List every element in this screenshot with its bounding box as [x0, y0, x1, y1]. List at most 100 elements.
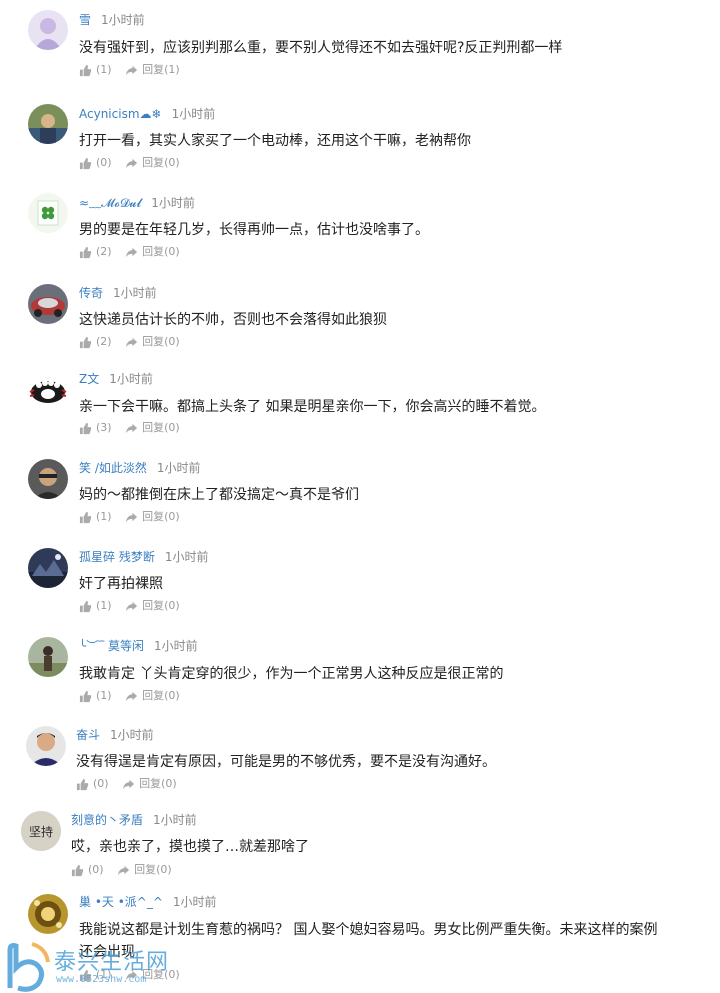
reply-count: (0) [156, 863, 172, 876]
thumbs-up-icon [79, 422, 92, 434]
like-count: (2) [96, 335, 112, 348]
avatar[interactable] [28, 548, 68, 588]
avatar[interactable] [28, 284, 68, 324]
share-arrow-icon [126, 65, 138, 75]
like-count: (0) [88, 863, 104, 876]
reply-count: (0) [164, 335, 180, 348]
username[interactable]: 刻意的丶矛盾 [71, 813, 143, 827]
reply-count: (0) [164, 599, 180, 612]
timestamp: 1小时前 [172, 895, 217, 909]
username[interactable]: ≈﹏𝓜𝓸𝓓𝓾𝓵 [79, 196, 141, 210]
reply-button[interactable]: 回复 (0) [125, 245, 180, 259]
reply-button[interactable]: 回复 (0) [125, 421, 180, 435]
reply-button[interactable]: 回复 (0) [122, 777, 177, 791]
reply-label: 回复 [134, 863, 157, 876]
timestamp: 1小时前 [151, 196, 195, 210]
comment-text: 亲一下会干嘛。都搞上头条了 如果是明星亲你一下，你会高兴的睡不着觉。 [79, 399, 546, 415]
thumbs-up-icon [71, 864, 84, 876]
username[interactable]: ╰︶‾ 莫等闲 [79, 639, 144, 653]
like-button[interactable]: (1) [79, 689, 112, 703]
thumbs-up-icon [79, 511, 92, 523]
watermark-logo-icon [7, 942, 50, 992]
reply-count: (0) [164, 156, 180, 169]
timestamp: 1小时前 [101, 13, 145, 27]
like-button[interactable]: (2) [79, 245, 112, 259]
like-count: (0) [93, 777, 109, 790]
timestamp: 1小时前 [113, 286, 157, 300]
comment-text: 奸了再拍裸照 [79, 576, 163, 592]
like-button[interactable]: (1) [79, 63, 112, 77]
reply-button[interactable]: 回复 (1) [125, 63, 180, 77]
comment-text: 我敢肯定 丫头肯定穿的很少，作为一个正常男人这种反应是很正常的 [79, 666, 504, 682]
reply-count: (0) [164, 510, 180, 523]
reply-button[interactable]: 回复 (0) [125, 510, 180, 524]
like-count: (0) [96, 156, 112, 169]
avatar[interactable] [28, 459, 68, 499]
share-arrow-icon [126, 423, 138, 433]
timestamp: 1小时前 [109, 372, 153, 386]
username[interactable]: 巢 •天 •派^_^ [79, 895, 163, 909]
reply-label: 回复 [142, 156, 165, 169]
reply-button[interactable]: 回复 (0) [117, 863, 172, 877]
username[interactable]: Acynicism☁❄ [79, 107, 162, 121]
avatar[interactable] [28, 10, 68, 50]
reply-label: 回复 [142, 421, 165, 434]
reply-label: 回复 [142, 599, 165, 612]
reply-button[interactable]: 回复 (0) [125, 156, 180, 170]
share-arrow-icon [126, 601, 138, 611]
reply-button[interactable]: 回复 (0) [125, 599, 180, 613]
reply-label: 回复 [142, 689, 165, 702]
like-button[interactable]: (0) [79, 156, 112, 170]
reply-label: 回复 [142, 63, 165, 76]
reply-label: 回复 [139, 777, 162, 790]
username[interactable]: Z文 [79, 372, 99, 386]
avatar[interactable] [28, 193, 68, 233]
like-count: (2) [96, 245, 112, 258]
avatar[interactable]: 坚持 [21, 811, 61, 851]
thumbs-up-icon [79, 336, 92, 348]
share-arrow-icon [126, 247, 138, 257]
timestamp: 1小时前 [164, 550, 209, 564]
comment-text: 没有强奸到，应该别判那么重，要不别人觉得还不如去强奸呢?反正判刑都一样 [79, 40, 563, 56]
avatar[interactable] [28, 370, 68, 410]
username[interactable]: 奋斗 [76, 728, 100, 742]
avatar-text: 坚持 [29, 824, 53, 839]
like-button[interactable]: (3) [79, 421, 112, 435]
comment-text: 打开一看，其实人家买了一个电动棒，还用这个干嘛，老衲帮你 [79, 133, 471, 149]
avatar[interactable] [26, 726, 66, 766]
username[interactable]: 雪 [79, 13, 91, 27]
username[interactable]: 孤星碎 残梦断 [79, 550, 155, 564]
thumbs-up-icon [79, 600, 92, 612]
like-button[interactable]: (0) [71, 863, 104, 877]
comment-text: 妈的～都推倒在床上了都没搞定～真不是爷们 [79, 487, 359, 503]
like-button[interactable]: (1) [79, 510, 112, 524]
reply-label: 回复 [142, 335, 165, 348]
avatar[interactable] [28, 894, 68, 934]
thumbs-up-icon [76, 778, 89, 790]
share-arrow-icon [126, 691, 138, 701]
like-count: (1) [96, 510, 112, 523]
comment-text: 我能说这都是计划生育惹的祸吗？ 国人娶个媳妇容易吗。男女比例严重失衡。未来这样的… [79, 922, 658, 938]
username[interactable]: 笑 /如此淡然 [79, 461, 147, 475]
reply-button[interactable]: 回复 (0) [125, 689, 180, 703]
reply-count: (1) [164, 63, 180, 76]
like-button[interactable]: (2) [79, 335, 112, 349]
avatar[interactable] [28, 104, 68, 144]
reply-button[interactable]: 回复 (0) [125, 335, 180, 349]
comment-text: 男的要是在年轻几岁，长得再帅一点，估计也没啥事了。 [79, 222, 429, 238]
comment-text: 没有得逞是肯定有原因，可能是男的不够优秀，要不是没有沟通好。 [76, 754, 496, 770]
avatar[interactable] [28, 637, 68, 677]
timestamp: 1小时前 [156, 461, 201, 475]
like-button[interactable]: (0) [76, 777, 109, 791]
share-arrow-icon [123, 779, 135, 789]
like-button[interactable]: (1) [79, 599, 112, 613]
timestamp: 1小时前 [153, 813, 197, 827]
thumbs-up-icon [79, 64, 92, 76]
like-count: (3) [96, 421, 112, 434]
comment-text: 哎，亲也亲了，摸也摸了…就差那啥了 [71, 839, 309, 855]
username[interactable]: 传奇 [79, 286, 103, 300]
reply-count: (0) [164, 689, 180, 702]
thumbs-up-icon [79, 690, 92, 702]
comment-text: 这快递员估计长的不帅，否则也不会落得如此狼狈 [79, 312, 387, 328]
reply-label: 回复 [142, 510, 165, 523]
